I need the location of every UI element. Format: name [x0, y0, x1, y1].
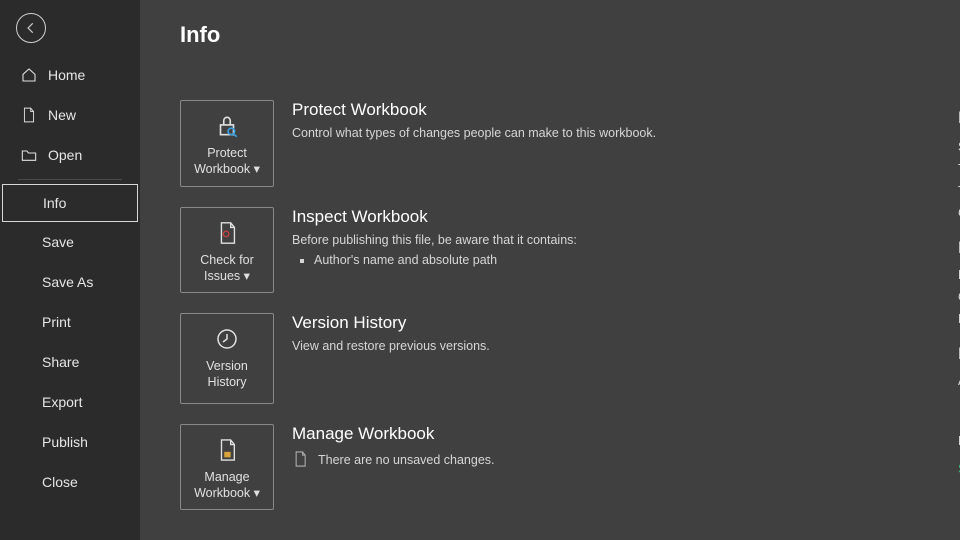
- manage-workbook-section: Manage Workbook ▾ Manage Workbook There …: [180, 424, 790, 511]
- sidebar-item-print[interactable]: Print: [0, 302, 140, 342]
- version-history-section: Version History Version History View and…: [180, 313, 790, 404]
- sidebar-item-home[interactable]: Home: [0, 55, 140, 95]
- chevron-down-icon: ▾: [250, 162, 260, 176]
- manage-doc-icon: [216, 435, 238, 465]
- info-cards-column: Protect Workbook ▾ Protect Workbook Cont…: [180, 100, 790, 530]
- home-icon: [20, 67, 38, 83]
- card-btn-label: Check for: [200, 252, 254, 268]
- inspect-bullet-list: Author's name and absolute path: [292, 253, 790, 267]
- card-btn-label: Issues ▾: [204, 268, 250, 284]
- card-title: Inspect Workbook: [292, 207, 790, 227]
- card-title: Version History: [292, 313, 790, 333]
- sidebar-item-label: Save As: [42, 274, 93, 290]
- sidebar-item-export[interactable]: Export: [0, 382, 140, 422]
- backstage-sidebar: Home New Open Info Save Save As Print Sh…: [0, 0, 140, 540]
- sidebar-item-label: Open: [48, 147, 82, 163]
- sidebar-item-label: Home: [48, 67, 85, 83]
- sidebar-item-label: Info: [43, 195, 66, 211]
- inspect-workbook-section: Check for Issues ▾ Inspect Workbook Befo…: [180, 207, 790, 294]
- lock-icon: [214, 111, 240, 141]
- sidebar-item-open[interactable]: Open: [0, 135, 140, 175]
- version-history-button[interactable]: Version History: [180, 313, 274, 404]
- card-btn-label: Workbook ▾: [194, 161, 260, 177]
- card-btn-label: Protect: [207, 145, 247, 161]
- card-desc: View and restore previous versions.: [292, 337, 790, 356]
- card-btn-label: History: [208, 374, 247, 390]
- main-panel: Info Protect Workbook ▾ Protect Workbook…: [140, 0, 960, 540]
- card-btn-label: Version: [206, 358, 248, 374]
- card-title: Protect Workbook: [292, 100, 790, 120]
- doc-icon: [292, 450, 308, 471]
- manage-workbook-button[interactable]: Manage Workbook ▾: [180, 424, 274, 511]
- card-btn-label: Manage: [204, 469, 249, 485]
- sidebar-item-publish[interactable]: Publish: [0, 422, 140, 462]
- sidebar-item-label: Share: [42, 354, 79, 370]
- sidebar-item-info[interactable]: Info: [2, 184, 138, 222]
- sidebar-item-close[interactable]: Close: [0, 462, 140, 502]
- sidebar-item-new[interactable]: New: [0, 95, 140, 135]
- back-arrow-icon: [24, 21, 38, 35]
- check-for-issues-button[interactable]: Check for Issues ▾: [180, 207, 274, 294]
- chevron-down-icon: ▾: [250, 486, 260, 500]
- sidebar-item-save[interactable]: Save: [0, 222, 140, 262]
- card-desc: Before publishing this file, be aware th…: [292, 231, 790, 250]
- manage-desc: There are no unsaved changes.: [318, 453, 495, 467]
- protect-workbook-button[interactable]: Protect Workbook ▾: [180, 100, 274, 187]
- sidebar-item-save-as[interactable]: Save As: [0, 262, 140, 302]
- protect-workbook-section: Protect Workbook ▾ Protect Workbook Cont…: [180, 100, 790, 187]
- sidebar-item-label: Print: [42, 314, 71, 330]
- chevron-down-icon: ▾: [240, 269, 250, 283]
- sidebar-item-label: New: [48, 107, 76, 123]
- sidebar-item-share[interactable]: Share: [0, 342, 140, 382]
- sidebar-divider: [18, 179, 122, 180]
- page-title: Info: [180, 22, 960, 48]
- card-btn-label: Workbook ▾: [194, 485, 260, 501]
- inspect-bullet-item: Author's name and absolute path: [314, 253, 790, 267]
- new-file-icon: [20, 107, 38, 123]
- sidebar-item-label: Export: [42, 394, 82, 410]
- back-button[interactable]: [16, 13, 46, 43]
- inspect-icon: [215, 218, 239, 248]
- sidebar-item-label: Save: [42, 234, 74, 250]
- card-title: Manage Workbook: [292, 424, 790, 444]
- open-folder-icon: [20, 148, 38, 162]
- history-icon: [215, 324, 239, 354]
- sidebar-item-label: Close: [42, 474, 78, 490]
- sidebar-item-label: Publish: [42, 434, 88, 450]
- card-desc: Control what types of changes people can…: [292, 124, 790, 143]
